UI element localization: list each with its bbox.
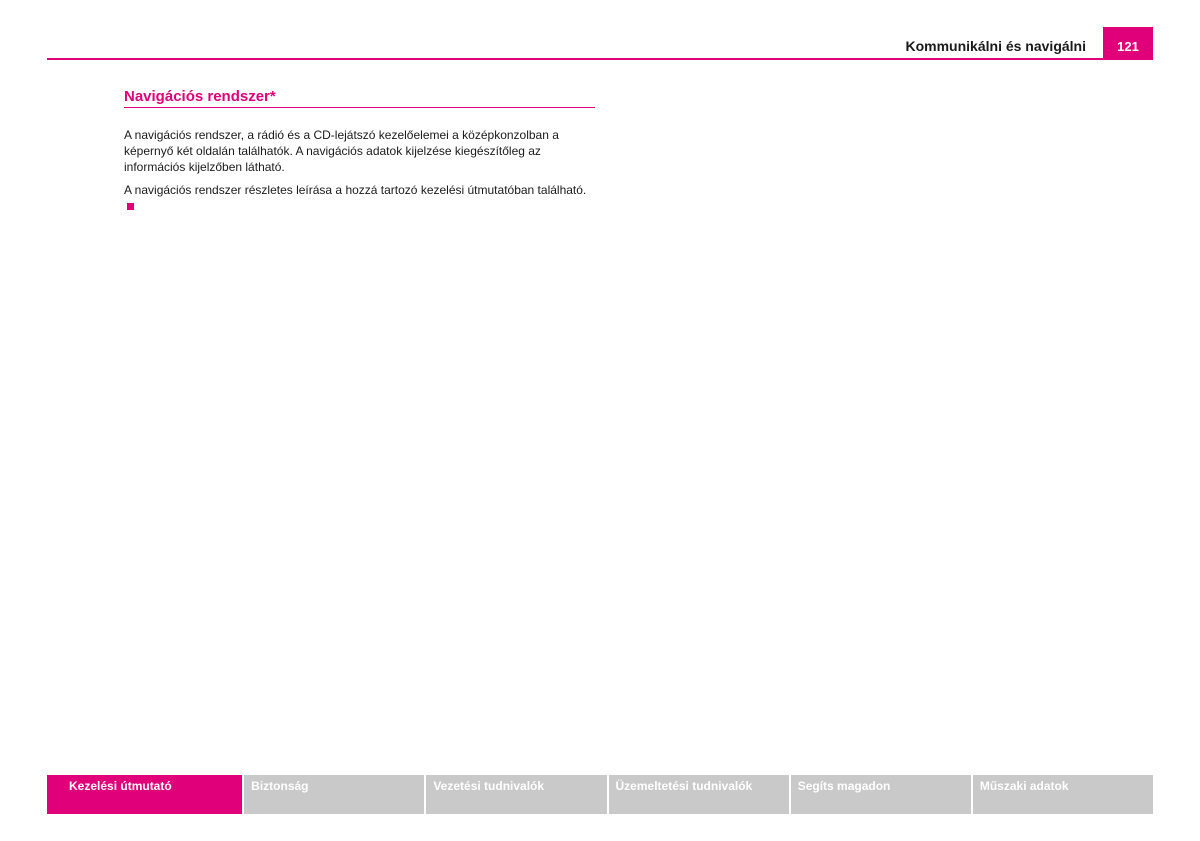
nav-tab-segits-magadon[interactable]: Segíts magadon <box>790 775 971 814</box>
paragraph-2: A navigációs rendszer részletes leírása … <box>124 182 596 214</box>
nav-tab-biztonsag[interactable]: Biztonság <box>244 775 425 814</box>
nav-tab-kezelesi-utmutato[interactable]: Kezelési útmutató <box>47 775 243 814</box>
page-number-badge: 121 <box>1103 27 1153 60</box>
chapter-title: Kommunikálni és navigálni <box>905 38 1087 54</box>
page-number: 121 <box>1117 39 1139 54</box>
paragraph-2-text: A navigációs rendszer részletes leírása … <box>124 183 587 197</box>
nav-tab-muszaki-adatok[interactable]: Műszaki adatok <box>972 775 1154 814</box>
nav-tab-uzemeltetesi-tudnivalok[interactable]: Üzemeltetési tudnivalók <box>608 775 789 814</box>
nav-tab-vezetesi-tudnivalok[interactable]: Vezetési tudnivalók <box>426 775 607 814</box>
section-body: A navigációs rendszer, a rádió és a CD-l… <box>124 127 596 221</box>
header-rule <box>47 58 1153 60</box>
footer-navigation: Kezelési útmutató Biztonság Vezetési tud… <box>47 775 1154 814</box>
end-of-section-square-icon <box>127 203 134 211</box>
paragraph-1: A navigációs rendszer, a rádió és a CD-l… <box>124 128 559 174</box>
section-heading: Navigációs rendszer* <box>124 88 595 108</box>
